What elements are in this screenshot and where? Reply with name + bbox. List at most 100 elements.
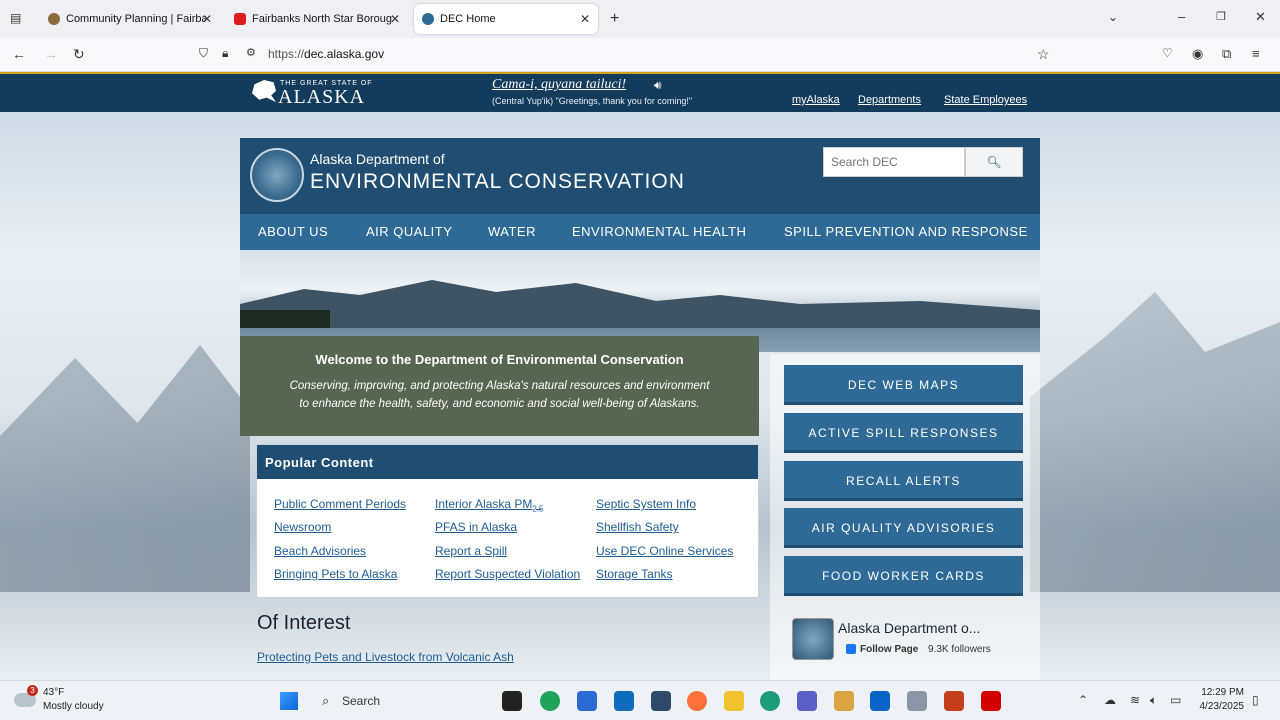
weather-temperature[interactable]: 43°F xyxy=(43,687,64,698)
chevron-up-icon[interactable]: ⌃ xyxy=(1078,693,1088,707)
nav-spill-prevention[interactable]: SPILL PREVENTION AND RESPONSE xyxy=(784,224,1028,239)
speaker-icon[interactable]: 🔊︎ xyxy=(654,78,662,93)
powerpoint-icon[interactable] xyxy=(944,691,964,711)
greeting-link[interactable]: Cama-i, quyana tailuci! xyxy=(492,77,626,93)
dec-facebook-avatar[interactable] xyxy=(792,618,834,660)
search-button[interactable]: 🔍︎ xyxy=(965,147,1023,177)
close-tab-icon[interactable]: ✕ xyxy=(390,12,400,26)
background-mountains-left xyxy=(0,345,250,592)
close-tab-icon[interactable]: ✕ xyxy=(202,12,212,26)
link-online-services[interactable]: Use DEC Online Services xyxy=(596,544,733,558)
state-employees-link[interactable]: State Employees xyxy=(944,94,1027,106)
weather-description[interactable]: Mostly cloudy xyxy=(43,701,104,712)
nav-air-quality[interactable]: AIR QUALITY xyxy=(366,224,452,239)
link-public-comment-periods[interactable]: Public Comment Periods xyxy=(274,497,406,511)
globe-favicon-icon xyxy=(48,13,60,25)
link-beach-advisories[interactable]: Beach Advisories xyxy=(274,544,366,558)
dec-web-maps-button[interactable]: DEC WEB MAPS xyxy=(784,365,1023,405)
app-icon[interactable] xyxy=(651,691,671,711)
app-icon-2[interactable] xyxy=(834,691,854,711)
tab-fairbanks-borough[interactable]: Fairbanks North Star Borough - ✕ xyxy=(226,4,408,34)
air-quality-advisories-button[interactable]: AIR QUALITY ADVISORIES xyxy=(784,508,1023,548)
pocket-icon[interactable]: ♡ xyxy=(1162,46,1173,60)
taskbar-search-label: Search xyxy=(342,694,381,708)
mission-line-1: Conserving, improving, and protecting Al… xyxy=(289,380,710,392)
teams-icon[interactable] xyxy=(797,691,817,711)
tab-list-icon[interactable]: ▤ xyxy=(10,11,21,25)
active-spill-responses-button[interactable]: ACTIVE SPILL RESPONSES xyxy=(784,413,1023,453)
acrobat-icon[interactable] xyxy=(981,691,1001,711)
facebook-page-name[interactable]: Alaska Department o... xyxy=(838,620,980,636)
windows-taskbar: 3 43°F Mostly cloudy ⌕ Search ⌃ ☁︎ ≋ 🔈︎ ▭… xyxy=(0,680,1280,720)
link-interior-alaska-pm25[interactable]: Interior Alaska PM2.5 xyxy=(435,497,544,513)
state-of-alaska-bar: THE GREAT STATE OF ALASKA Cama-i, quyana… xyxy=(0,74,1280,112)
taskbar-search[interactable]: ⌕ Search xyxy=(312,687,492,715)
browser-navigation-bar: ← → ↻ ⛉ 🔒︎ ⚙ https://dec.alaska.gov ☆ ♡ … xyxy=(0,38,1280,72)
tab-title: Fairbanks North Star Borough - xyxy=(252,13,392,25)
url-bar[interactable]: https://dec.alaska.gov xyxy=(268,47,384,61)
nav-water[interactable]: WATER xyxy=(488,224,536,239)
shield-icon[interactable]: ⛉ xyxy=(199,46,208,61)
restore-icon[interactable]: ❐ xyxy=(1216,10,1226,23)
new-tab-icon[interactable]: + xyxy=(610,10,619,28)
link-pfas[interactable]: PFAS in Alaska xyxy=(435,520,517,534)
bookmark-star-icon[interactable]: ☆ xyxy=(1037,46,1050,63)
link-report-violation[interactable]: Report Suspected Violation xyxy=(435,567,580,581)
search-input[interactable] xyxy=(823,147,965,177)
notification-icon[interactable]: ▯ xyxy=(1252,693,1259,707)
dec-seal-icon[interactable] xyxy=(250,148,304,202)
link-newsroom[interactable]: Newsroom xyxy=(274,520,331,534)
close-tab-icon[interactable]: ✕ xyxy=(580,12,590,26)
volume-icon[interactable]: 🔈︎ xyxy=(1150,693,1157,708)
firefox-icon[interactable] xyxy=(687,691,707,711)
link-volcanic-ash[interactable]: Protecting Pets and Livestock from Volca… xyxy=(257,650,514,664)
facebook-widget: Alaska Department o... Follow Page 9.3K … xyxy=(790,616,1020,664)
wifi-icon[interactable]: ≋ xyxy=(1130,693,1140,707)
store-icon[interactable] xyxy=(577,691,597,711)
alaska-logo[interactable]: ALASKA xyxy=(278,86,365,109)
clock[interactable]: 12:29 PM 4/23/2025 xyxy=(1196,687,1245,712)
task-view-icon[interactable] xyxy=(502,691,522,711)
lock-icon[interactable]: 🔒︎ xyxy=(222,46,228,61)
tab-dec-home[interactable]: DEC Home ✕ xyxy=(414,4,598,34)
youtube-favicon-icon xyxy=(234,13,246,25)
tab-community-planning[interactable]: Community Planning | Fairbank ✕ xyxy=(40,4,220,34)
alaska-map-logo-icon[interactable] xyxy=(252,80,276,102)
link-storage-tanks[interactable]: Storage Tanks xyxy=(596,567,673,581)
food-worker-cards-button[interactable]: FOOD WORKER CARDS xyxy=(784,556,1023,596)
departments-link[interactable]: Departments xyxy=(858,94,921,106)
nav-about-us[interactable]: ABOUT US xyxy=(258,224,328,239)
minimize-icon[interactable]: – xyxy=(1178,9,1185,24)
maps-icon[interactable] xyxy=(760,691,780,711)
myalaska-link[interactable]: myAlaska xyxy=(792,94,840,106)
link-septic-system[interactable]: Septic System Info xyxy=(596,497,696,511)
outlook-icon[interactable] xyxy=(614,691,634,711)
account-icon[interactable]: ◉ xyxy=(1192,46,1203,62)
background-mountains-right xyxy=(1030,292,1280,592)
menu-icon[interactable]: ≡ xyxy=(1252,46,1260,61)
edge-icon[interactable] xyxy=(540,691,560,711)
chevron-down-icon[interactable]: ⌄ xyxy=(1108,10,1118,24)
welcome-box: Welcome to the Department of Environment… xyxy=(240,336,759,436)
link-shellfish-safety[interactable]: Shellfish Safety xyxy=(596,520,679,534)
file-explorer-icon[interactable] xyxy=(724,691,744,711)
reload-icon[interactable]: ↻ xyxy=(73,46,85,63)
outlook-new-icon[interactable] xyxy=(870,691,890,711)
dec-favicon-icon xyxy=(422,13,434,25)
recall-alerts-button[interactable]: RECALL ALERTS xyxy=(784,461,1023,501)
follow-page-button[interactable]: Follow Page xyxy=(860,644,918,655)
close-window-icon[interactable]: ✕ xyxy=(1255,9,1266,25)
back-icon[interactable]: ← xyxy=(12,46,26,62)
windows-start-icon[interactable] xyxy=(280,692,298,710)
dec-title[interactable]: ENVIRONMENTAL CONSERVATION xyxy=(310,170,685,194)
onedrive-icon[interactable]: ☁︎ xyxy=(1104,693,1116,707)
permissions-icon[interactable]: ⚙ xyxy=(246,46,256,59)
extensions-icon[interactable]: ⧉ xyxy=(1222,46,1231,62)
link-report-spill[interactable]: Report a Spill xyxy=(435,544,507,558)
forward-icon[interactable]: → xyxy=(44,46,58,62)
nav-environmental-health[interactable]: ENVIRONMENTAL HEALTH xyxy=(572,224,746,239)
battery-icon[interactable]: ▭ xyxy=(1170,693,1181,707)
link-bringing-pets[interactable]: Bringing Pets to Alaska xyxy=(274,567,397,581)
app-icon-3[interactable] xyxy=(907,691,927,711)
clock-date: 4/23/2025 xyxy=(1199,701,1245,712)
